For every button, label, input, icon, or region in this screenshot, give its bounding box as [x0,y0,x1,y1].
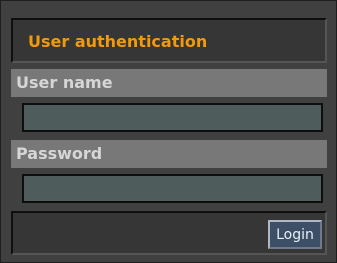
login-button[interactable]: Login [268,220,322,249]
footer-bar: Login [11,211,327,255]
auth-dialog: User authentication User name Password L… [0,0,337,263]
username-label: User name [11,69,327,97]
password-input[interactable] [22,174,323,203]
dialog-title: User authentication [28,32,208,51]
password-label: Password [11,140,327,168]
title-bar: User authentication [11,18,327,63]
username-input[interactable] [22,103,323,132]
